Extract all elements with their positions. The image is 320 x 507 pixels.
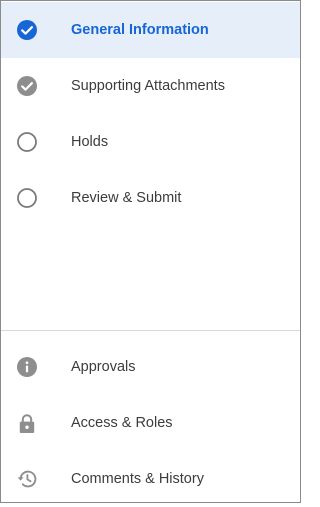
- step-label: Supporting Attachments: [71, 78, 225, 94]
- nav-item-comments-history[interactable]: Comments & History: [1, 451, 300, 507]
- lock-icon: [16, 412, 38, 434]
- check-circle-icon: [16, 75, 38, 97]
- info-icon: [16, 356, 38, 378]
- step-supporting-attachments[interactable]: Supporting Attachments: [1, 58, 300, 114]
- step-label: Review & Submit: [71, 190, 182, 206]
- section-divider: [1, 330, 300, 331]
- step-label: General Information: [71, 22, 209, 38]
- empty-circle-icon: [16, 187, 38, 209]
- step-review-submit[interactable]: Review & Submit: [1, 170, 300, 226]
- nav-item-label: Approvals: [71, 359, 136, 375]
- nav-item-label: Comments & History: [71, 471, 204, 487]
- nav-item-approvals[interactable]: Approvals: [1, 339, 300, 395]
- step-label: Holds: [71, 134, 109, 150]
- empty-circle-icon: [16, 131, 38, 153]
- step-holds[interactable]: Holds: [1, 114, 300, 170]
- check-circle-icon: [16, 19, 38, 41]
- nav-item-label: Access & Roles: [71, 415, 173, 431]
- step-general-information[interactable]: General Information: [1, 2, 300, 58]
- side-navigation-panel: General Information Supporting Attachmen…: [0, 0, 301, 503]
- nav-item-access-roles[interactable]: Access & Roles: [1, 395, 300, 451]
- history-icon: [16, 468, 38, 490]
